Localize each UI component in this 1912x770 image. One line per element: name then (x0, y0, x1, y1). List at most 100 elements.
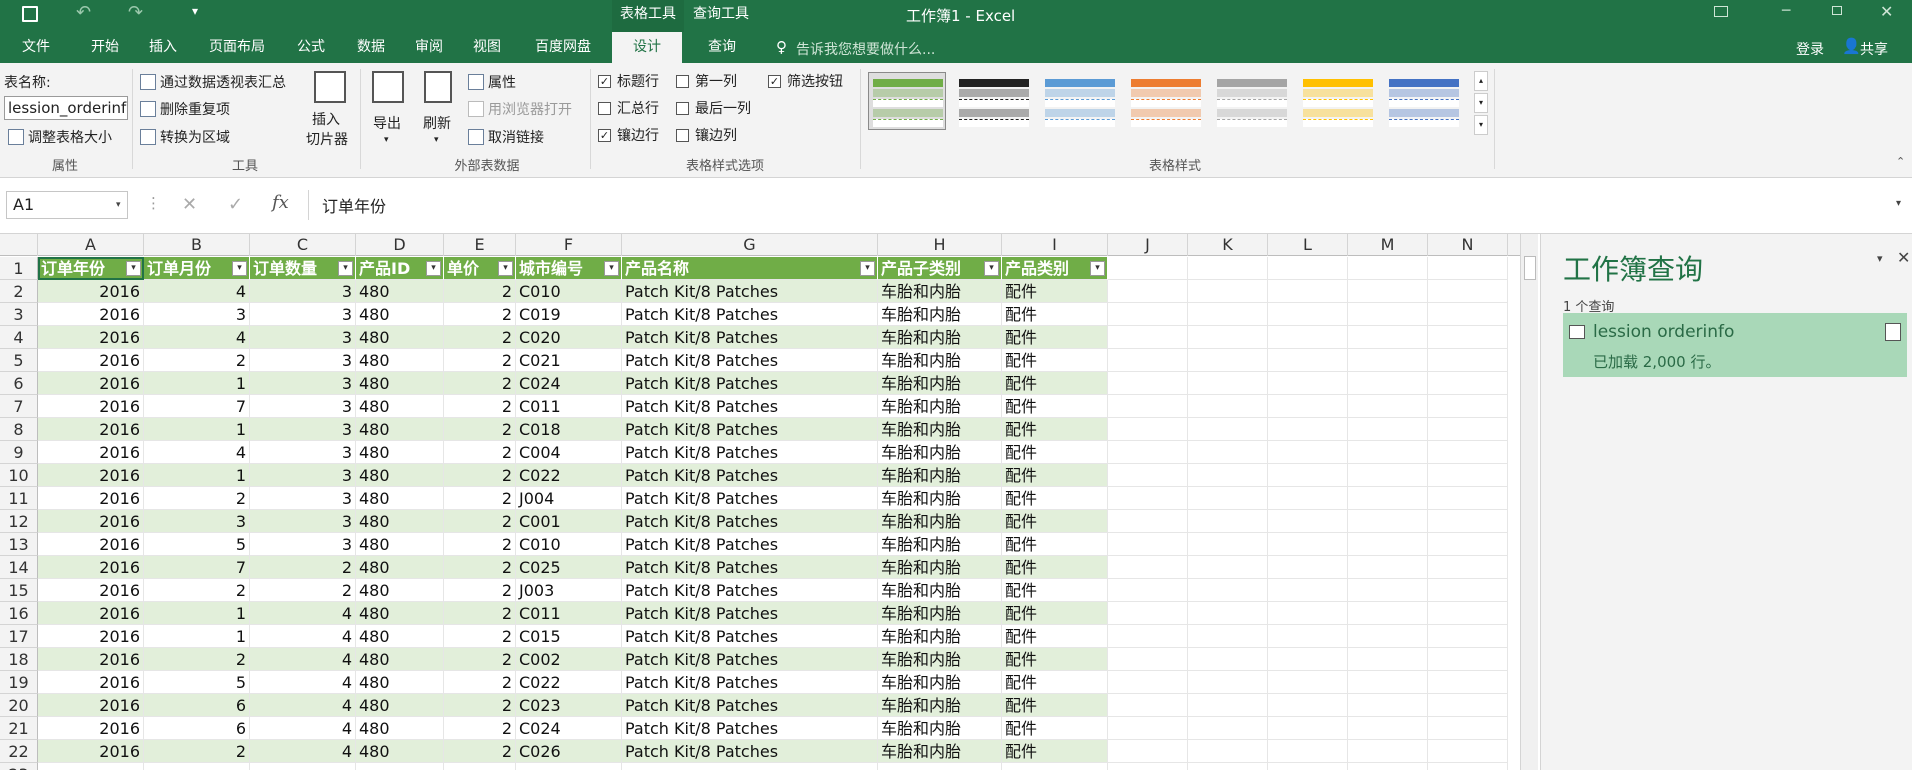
row-header[interactable]: 7 (0, 395, 38, 418)
table-cell[interactable]: 2 (250, 579, 356, 602)
table-cell[interactable]: 配件 (1002, 326, 1108, 349)
filter-dropdown-icon[interactable]: ▾ (604, 261, 619, 276)
empty-cell[interactable] (1108, 740, 1188, 763)
empty-cell[interactable] (1268, 648, 1348, 671)
table-cell[interactable]: 车胎和内胎 (878, 717, 1002, 740)
table-cell[interactable]: 2 (144, 648, 250, 671)
table-cell[interactable]: 3 (250, 441, 356, 464)
first-col-option[interactable]: 第一列 (676, 71, 737, 91)
empty-cell[interactable] (1348, 372, 1428, 395)
enter-icon[interactable]: ✓ (228, 194, 243, 215)
table-cell[interactable]: Patch Kit/8 Patches (622, 395, 878, 418)
undo-icon[interactable]: ↶ (76, 2, 91, 23)
row-header[interactable]: 3 (0, 303, 38, 326)
empty-cell[interactable] (1108, 395, 1188, 418)
table-cell[interactable]: 480 (356, 740, 444, 763)
table-cell[interactable]: 配件 (1002, 717, 1108, 740)
table-cell[interactable]: 480 (356, 349, 444, 372)
table-cell[interactable]: 3 (250, 510, 356, 533)
table-cell[interactable]: 480 (356, 625, 444, 648)
table-style-swatch[interactable] (868, 72, 946, 130)
table-cell[interactable]: Patch Kit/8 Patches (622, 556, 878, 579)
table-cell[interactable]: 480 (356, 648, 444, 671)
empty-cell[interactable] (1268, 418, 1348, 441)
table-cell[interactable]: 车胎和内胎 (878, 441, 1002, 464)
empty-cell[interactable] (1428, 625, 1508, 648)
table-cell[interactable]: C004 (516, 441, 622, 464)
collapse-ribbon-icon[interactable]: ⌃ (1896, 155, 1905, 168)
filter-dropdown-icon[interactable]: ▾ (126, 261, 141, 276)
table-cell[interactable]: 2 (444, 648, 516, 671)
empty-cell[interactable] (1268, 533, 1348, 556)
last-col-option[interactable]: 最后一列 (676, 98, 751, 118)
filter-dropdown-icon[interactable]: ▾ (984, 261, 999, 276)
table-style-swatch[interactable] (954, 72, 1032, 130)
empty-cell[interactable] (1268, 625, 1348, 648)
table-cell[interactable]: C011 (516, 395, 622, 418)
table-cell[interactable]: 配件 (1002, 280, 1108, 303)
row-header[interactable]: 21 (0, 717, 38, 740)
close-icon[interactable]: ✕ (1880, 2, 1893, 21)
table-cell[interactable]: 4 (250, 740, 356, 763)
empty-cell[interactable] (1108, 487, 1188, 510)
table-header-cell[interactable]: 产品子类别 ▾ (878, 257, 1002, 280)
table-cell[interactable]: 2016 (38, 579, 144, 602)
empty-cell[interactable] (1428, 303, 1508, 326)
table-cell[interactable]: Patch Kit/8 Patches (622, 740, 878, 763)
empty-cell[interactable] (1108, 717, 1188, 740)
empty-cell[interactable] (1268, 280, 1348, 303)
table-cell[interactable]: C020 (516, 326, 622, 349)
banded-rows-option[interactable]: ✓ 镶边行 (598, 125, 659, 145)
empty-cell[interactable] (1428, 441, 1508, 464)
table-cell[interactable]: 3 (250, 372, 356, 395)
table-cell[interactable]: Patch Kit/8 Patches (622, 372, 878, 395)
table-cell[interactable]: 3 (250, 395, 356, 418)
empty-cell[interactable] (1188, 487, 1268, 510)
column-header[interactable]: K (1188, 234, 1268, 256)
export-button[interactable]: 导出 ▾ (368, 69, 408, 153)
tab-baidu[interactable]: 百度网盘 (522, 32, 604, 63)
row-header[interactable]: 18 (0, 648, 38, 671)
table-cell[interactable]: 2 (444, 326, 516, 349)
table-cell[interactable] (250, 763, 356, 770)
table-cell[interactable]: 2016 (38, 418, 144, 441)
table-cell[interactable]: 2 (444, 579, 516, 602)
table-cell[interactable]: 3 (250, 487, 356, 510)
empty-cell[interactable] (1348, 487, 1428, 510)
table-cell[interactable]: Patch Kit/8 Patches (622, 510, 878, 533)
table-cell[interactable]: 4 (250, 694, 356, 717)
empty-cell[interactable] (1188, 303, 1268, 326)
empty-cell[interactable] (1428, 671, 1508, 694)
table-cell[interactable]: 4 (144, 280, 250, 303)
filter-button-checkbox[interactable]: ✓ (768, 74, 781, 88)
unlink-button[interactable]: 取消链接 (468, 127, 544, 147)
table-cell[interactable]: 4 (144, 326, 250, 349)
empty-cell[interactable] (1188, 602, 1268, 625)
filter-dropdown-icon[interactable]: ▾ (232, 261, 247, 276)
table-cell[interactable]: 配件 (1002, 395, 1108, 418)
table-cell[interactable]: 480 (356, 487, 444, 510)
banded-rows-checkbox[interactable]: ✓ (598, 128, 611, 142)
table-cell[interactable]: 6 (144, 694, 250, 717)
table-cell[interactable]: 配件 (1002, 372, 1108, 395)
column-header[interactable]: D (356, 234, 444, 256)
table-cell[interactable]: 480 (356, 533, 444, 556)
redo-icon[interactable]: ↷ (128, 2, 143, 23)
row-header[interactable]: 17 (0, 625, 38, 648)
empty-cell[interactable] (1188, 579, 1268, 602)
gallery-more-icon[interactable]: ▾ (1474, 115, 1488, 135)
empty-cell[interactable] (1428, 280, 1508, 303)
row-header[interactable]: 4 (0, 326, 38, 349)
table-cell[interactable]: 3 (144, 303, 250, 326)
column-header[interactable]: F (516, 234, 622, 256)
table-cell[interactable]: 车胎和内胎 (878, 349, 1002, 372)
empty-cell[interactable] (1428, 418, 1508, 441)
table-cell[interactable]: 车胎和内胎 (878, 671, 1002, 694)
table-cell[interactable]: 2016 (38, 602, 144, 625)
empty-cell[interactable] (1188, 510, 1268, 533)
pane-close-icon[interactable]: ✕ (1897, 248, 1910, 267)
empty-cell[interactable] (1268, 487, 1348, 510)
table-cell[interactable] (444, 763, 516, 770)
table-cell[interactable]: 4 (250, 602, 356, 625)
table-cell[interactable] (38, 763, 144, 770)
